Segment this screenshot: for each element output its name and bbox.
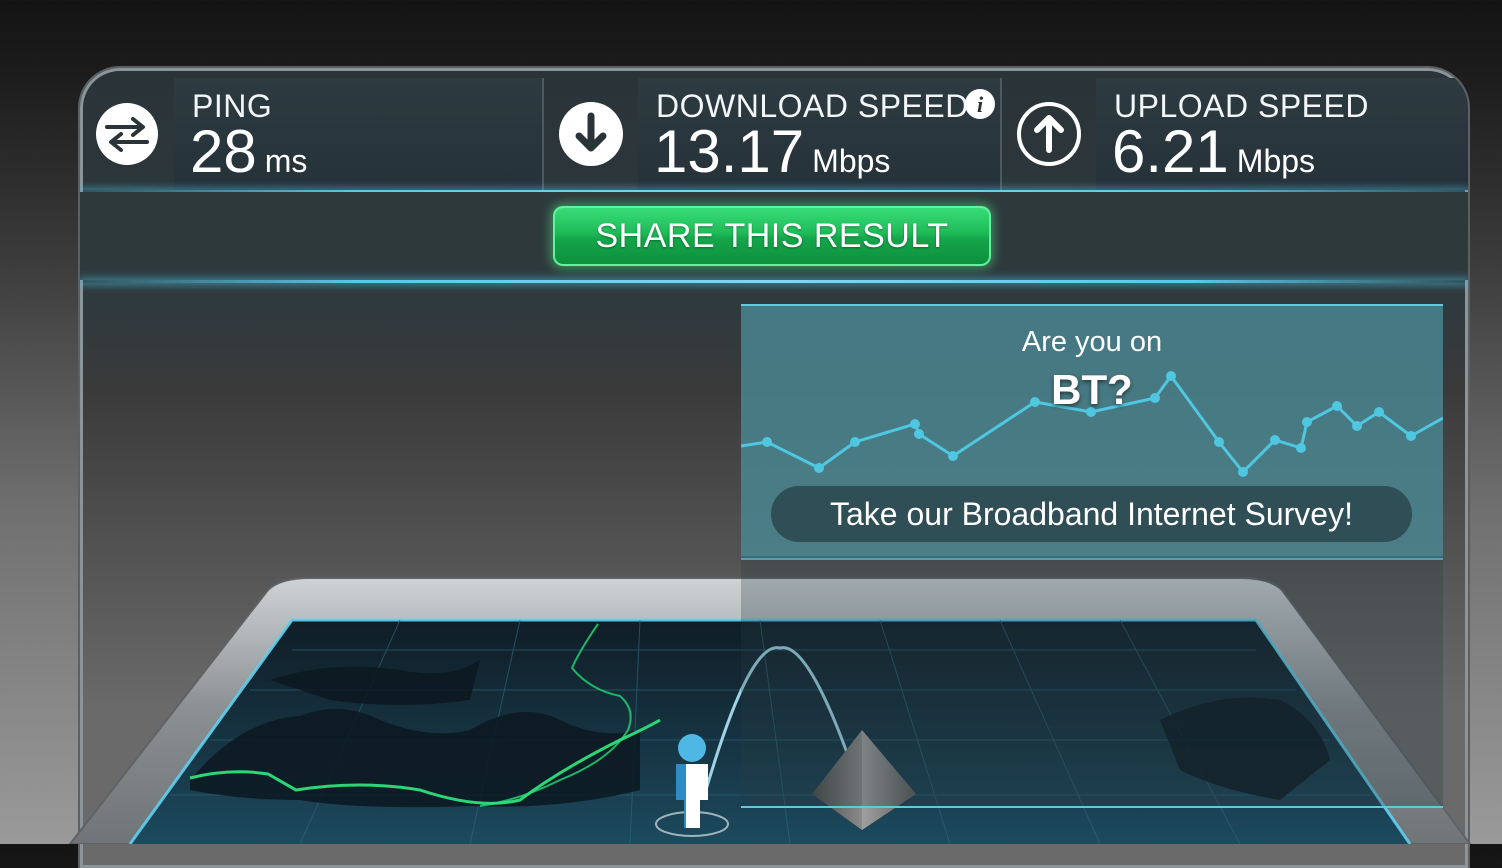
ad-headline-line2: BT? (1051, 366, 1133, 413)
ad-overlay-lower (741, 556, 1443, 808)
survey-ad-panel[interactable]: Are you on BT? Take our Broadband Intern… (741, 304, 1443, 560)
survey-button[interactable]: Take our Broadband Internet Survey! (771, 486, 1412, 542)
ad-headline-line1: Are you on (1021, 326, 1163, 358)
